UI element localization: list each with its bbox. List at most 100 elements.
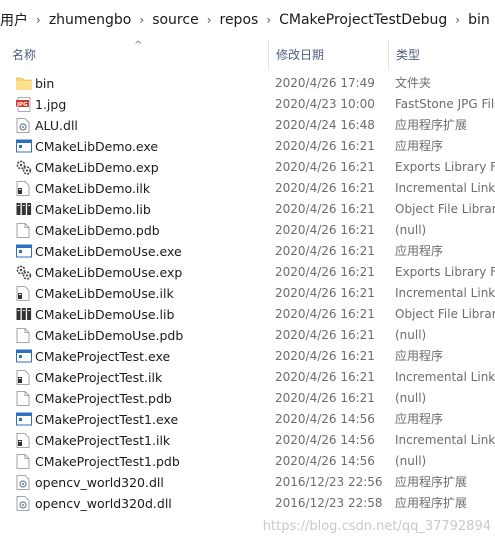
file-name[interactable]: CMakeLibDemoUse.ilk — [35, 283, 174, 304]
file-date: 2020/4/26 14:56 — [275, 433, 375, 447]
file-row[interactable]: JPG 1.jpg 2020/4/23 10:00 FastStone JPG Fil… — [0, 94, 495, 115]
breadcrumb-item-repos[interactable]: repos — [218, 12, 261, 28]
file-row[interactable]: CMakeProjectTest1.exe 2020/4/26 14:56 应用程序 — [0, 409, 495, 430]
file-date: 2020/4/26 16:21 — [275, 391, 375, 405]
file-date: 2020/4/26 14:56 — [275, 412, 375, 426]
file-date: 2020/4/24 16:48 — [275, 118, 375, 132]
file-list: bin 2020/4/26 17:49 文件夹 JPG 1.jpg 2020/4/23 1… — [0, 73, 495, 514]
watermark: https://blog.csdn.net/qq_37792894 — [262, 519, 491, 534]
lib-file-icon — [16, 307, 32, 322]
file-type: 应用程序扩展 — [395, 118, 468, 132]
file-date: 2020/4/26 16:21 — [275, 202, 375, 216]
file-row[interactable]: CMakeLibDemoUse.ilk 2020/4/26 16:21 Increm… — [0, 283, 495, 304]
file-row[interactable]: CMakeLibDemoUse.pdb 2020/4/26 16:21 (null) — [0, 325, 495, 346]
file-name[interactable]: opencv_world320d.dll — [35, 493, 172, 514]
file-name[interactable]: CMakeProjectTest1.pdb — [35, 451, 180, 472]
file-name[interactable]: CMakeLibDemoUse.exe — [35, 241, 182, 262]
file-date: 2020/4/23 10:00 — [275, 97, 375, 111]
dll-file-icon — [16, 496, 30, 511]
file-type: 应用程序扩展 — [395, 496, 468, 510]
sort-ascending-icon: ^ — [134, 40, 143, 51]
chevron-right-icon[interactable]: › — [449, 13, 466, 27]
chevron-right-icon[interactable]: › — [201, 13, 218, 27]
file-row[interactable]: CMakeProjectTest.ilk 2020/4/26 16:21 Incre… — [0, 367, 495, 388]
file-name[interactable]: opencv_world320.dll — [35, 472, 164, 493]
dll-file-icon — [16, 118, 30, 133]
breadcrumb-item-source[interactable]: source — [150, 12, 201, 28]
file-date: 2020/4/26 16:21 — [275, 307, 375, 321]
file-row[interactable]: CMakeLibDemo.ilk 2020/4/26 16:21 Increment… — [0, 178, 495, 199]
file-type: Incremental Linker File — [395, 370, 495, 384]
file-name[interactable]: CMakeProjectTest.exe — [35, 346, 170, 367]
file-row[interactable]: CMakeProjectTest.exe 2020/4/26 16:21 应用程序 — [0, 346, 495, 367]
column-header-row: 名称 修改日期 类型 — [0, 40, 495, 70]
exe-file-icon — [16, 349, 32, 364]
file-row[interactable]: opencv_world320.dll 2016/12/23 22:56 应用程序扩… — [0, 472, 495, 493]
chevron-right-icon[interactable]: › — [260, 13, 277, 27]
breadcrumb-item-project[interactable]: CMakeProjectTestDebug — [277, 12, 449, 28]
file-name[interactable]: CMakeLibDemo.pdb — [35, 220, 160, 241]
blank-file-icon — [16, 223, 30, 238]
file-row[interactable]: CMakeProjectTest1.pdb 2020/4/26 14:56 (nul… — [0, 451, 495, 472]
file-name[interactable]: bin — [35, 73, 54, 94]
file-name[interactable]: CMakeLibDemoUse.lib — [35, 304, 174, 325]
file-row[interactable]: CMakeLibDemoUse.exp 2020/4/26 16:21 Export… — [0, 262, 495, 283]
file-type: Exports Library File — [395, 160, 495, 174]
breadcrumb-item-users[interactable]: 用户 — [0, 10, 30, 30]
chevron-right-icon[interactable]: › — [30, 13, 47, 27]
file-type: Incremental Linker File — [395, 286, 495, 300]
file-type: 文件夹 — [395, 76, 432, 90]
file-type: (null) — [395, 454, 427, 468]
file-type: 应用程序 — [395, 244, 444, 258]
file-row[interactable]: opencv_world320d.dll 2016/12/23 22:58 应用程序… — [0, 493, 495, 514]
exe-file-icon — [16, 412, 32, 427]
file-row[interactable]: CMakeProjectTest.pdb 2020/4/26 16:21 (null… — [0, 388, 495, 409]
file-name[interactable]: CMakeLibDemoUse.exp — [35, 262, 182, 283]
breadcrumb-item-user[interactable]: zhumengbo — [47, 12, 134, 28]
file-type: Object File Library — [395, 202, 495, 216]
chevron-right-icon[interactable]: › — [133, 13, 150, 27]
file-date: 2020/4/26 16:21 — [275, 139, 375, 153]
file-name[interactable]: CMakeLibDemo.ilk — [35, 178, 150, 199]
file-row[interactable]: CMakeProjectTest1.ilk 2020/4/26 14:56 Incr… — [0, 430, 495, 451]
file-name[interactable]: ALU.dll — [35, 115, 78, 136]
file-row[interactable]: CMakeLibDemoUse.lib 2020/4/26 16:21 Object… — [0, 304, 495, 325]
file-type: (null) — [395, 391, 427, 405]
file-row[interactable]: bin 2020/4/26 17:49 文件夹 — [0, 73, 495, 94]
file-row[interactable]: ALU.dll 2020/4/24 16:48 应用程序扩展 — [0, 115, 495, 136]
file-name[interactable]: CMakeLibDemo.lib — [35, 199, 151, 220]
dll-file-icon — [16, 475, 30, 490]
blank-file-icon — [16, 454, 30, 469]
file-name[interactable]: CMakeProjectTest.ilk — [35, 367, 162, 388]
file-row[interactable]: CMakeLibDemoUse.exe 2020/4/26 16:21 应用程序 — [0, 241, 495, 262]
file-name[interactable]: CMakeLibDemoUse.pdb — [35, 325, 183, 346]
file-name[interactable]: CMakeProjectTest1.exe — [35, 409, 178, 430]
file-row[interactable]: CMakeLibDemo.pdb 2020/4/26 16:21 (null) — [0, 220, 495, 241]
file-name[interactable]: CMakeLibDemo.exp — [35, 157, 159, 178]
ilk-file-icon — [16, 286, 30, 301]
exe-file-icon — [16, 139, 32, 154]
file-date: 2020/4/26 16:21 — [275, 265, 375, 279]
breadcrumb[interactable]: 用户 › zhumengbo › source › repos › CMakeP… — [0, 0, 495, 41]
file-date: 2020/4/26 14:56 — [275, 454, 375, 468]
file-date: 2016/12/23 22:56 — [275, 475, 383, 489]
column-header-date[interactable]: 修改日期 — [268, 40, 388, 70]
file-date: 2020/4/26 16:21 — [275, 286, 375, 300]
jpg-file-icon: JPG — [16, 97, 31, 112]
ilk-file-icon — [16, 370, 30, 385]
file-name[interactable]: CMakeProjectTest.pdb — [35, 388, 172, 409]
column-header-type[interactable]: 类型 — [388, 40, 495, 70]
breadcrumb-item-bin[interactable]: bin — [466, 12, 492, 28]
file-date: 2020/4/26 17:49 — [275, 76, 375, 90]
file-row[interactable]: CMakeLibDemo.lib 2020/4/26 16:21 Object Fi… — [0, 199, 495, 220]
file-row[interactable]: CMakeLibDemo.exp 2020/4/26 16:21 Exports L… — [0, 157, 495, 178]
file-name[interactable]: CMakeLibDemo.exe — [35, 136, 158, 157]
file-type: 应用程序 — [395, 412, 444, 426]
file-name[interactable]: 1.jpg — [35, 94, 66, 115]
file-name[interactable]: CMakeProjectTest1.ilk — [35, 430, 170, 451]
file-type: 应用程序扩展 — [395, 475, 468, 489]
folder-icon — [15, 76, 33, 91]
file-type: 应用程序 — [395, 349, 444, 363]
exp-file-icon — [16, 265, 32, 280]
file-row[interactable]: CMakeLibDemo.exe 2020/4/26 16:21 应用程序 — [0, 136, 495, 157]
